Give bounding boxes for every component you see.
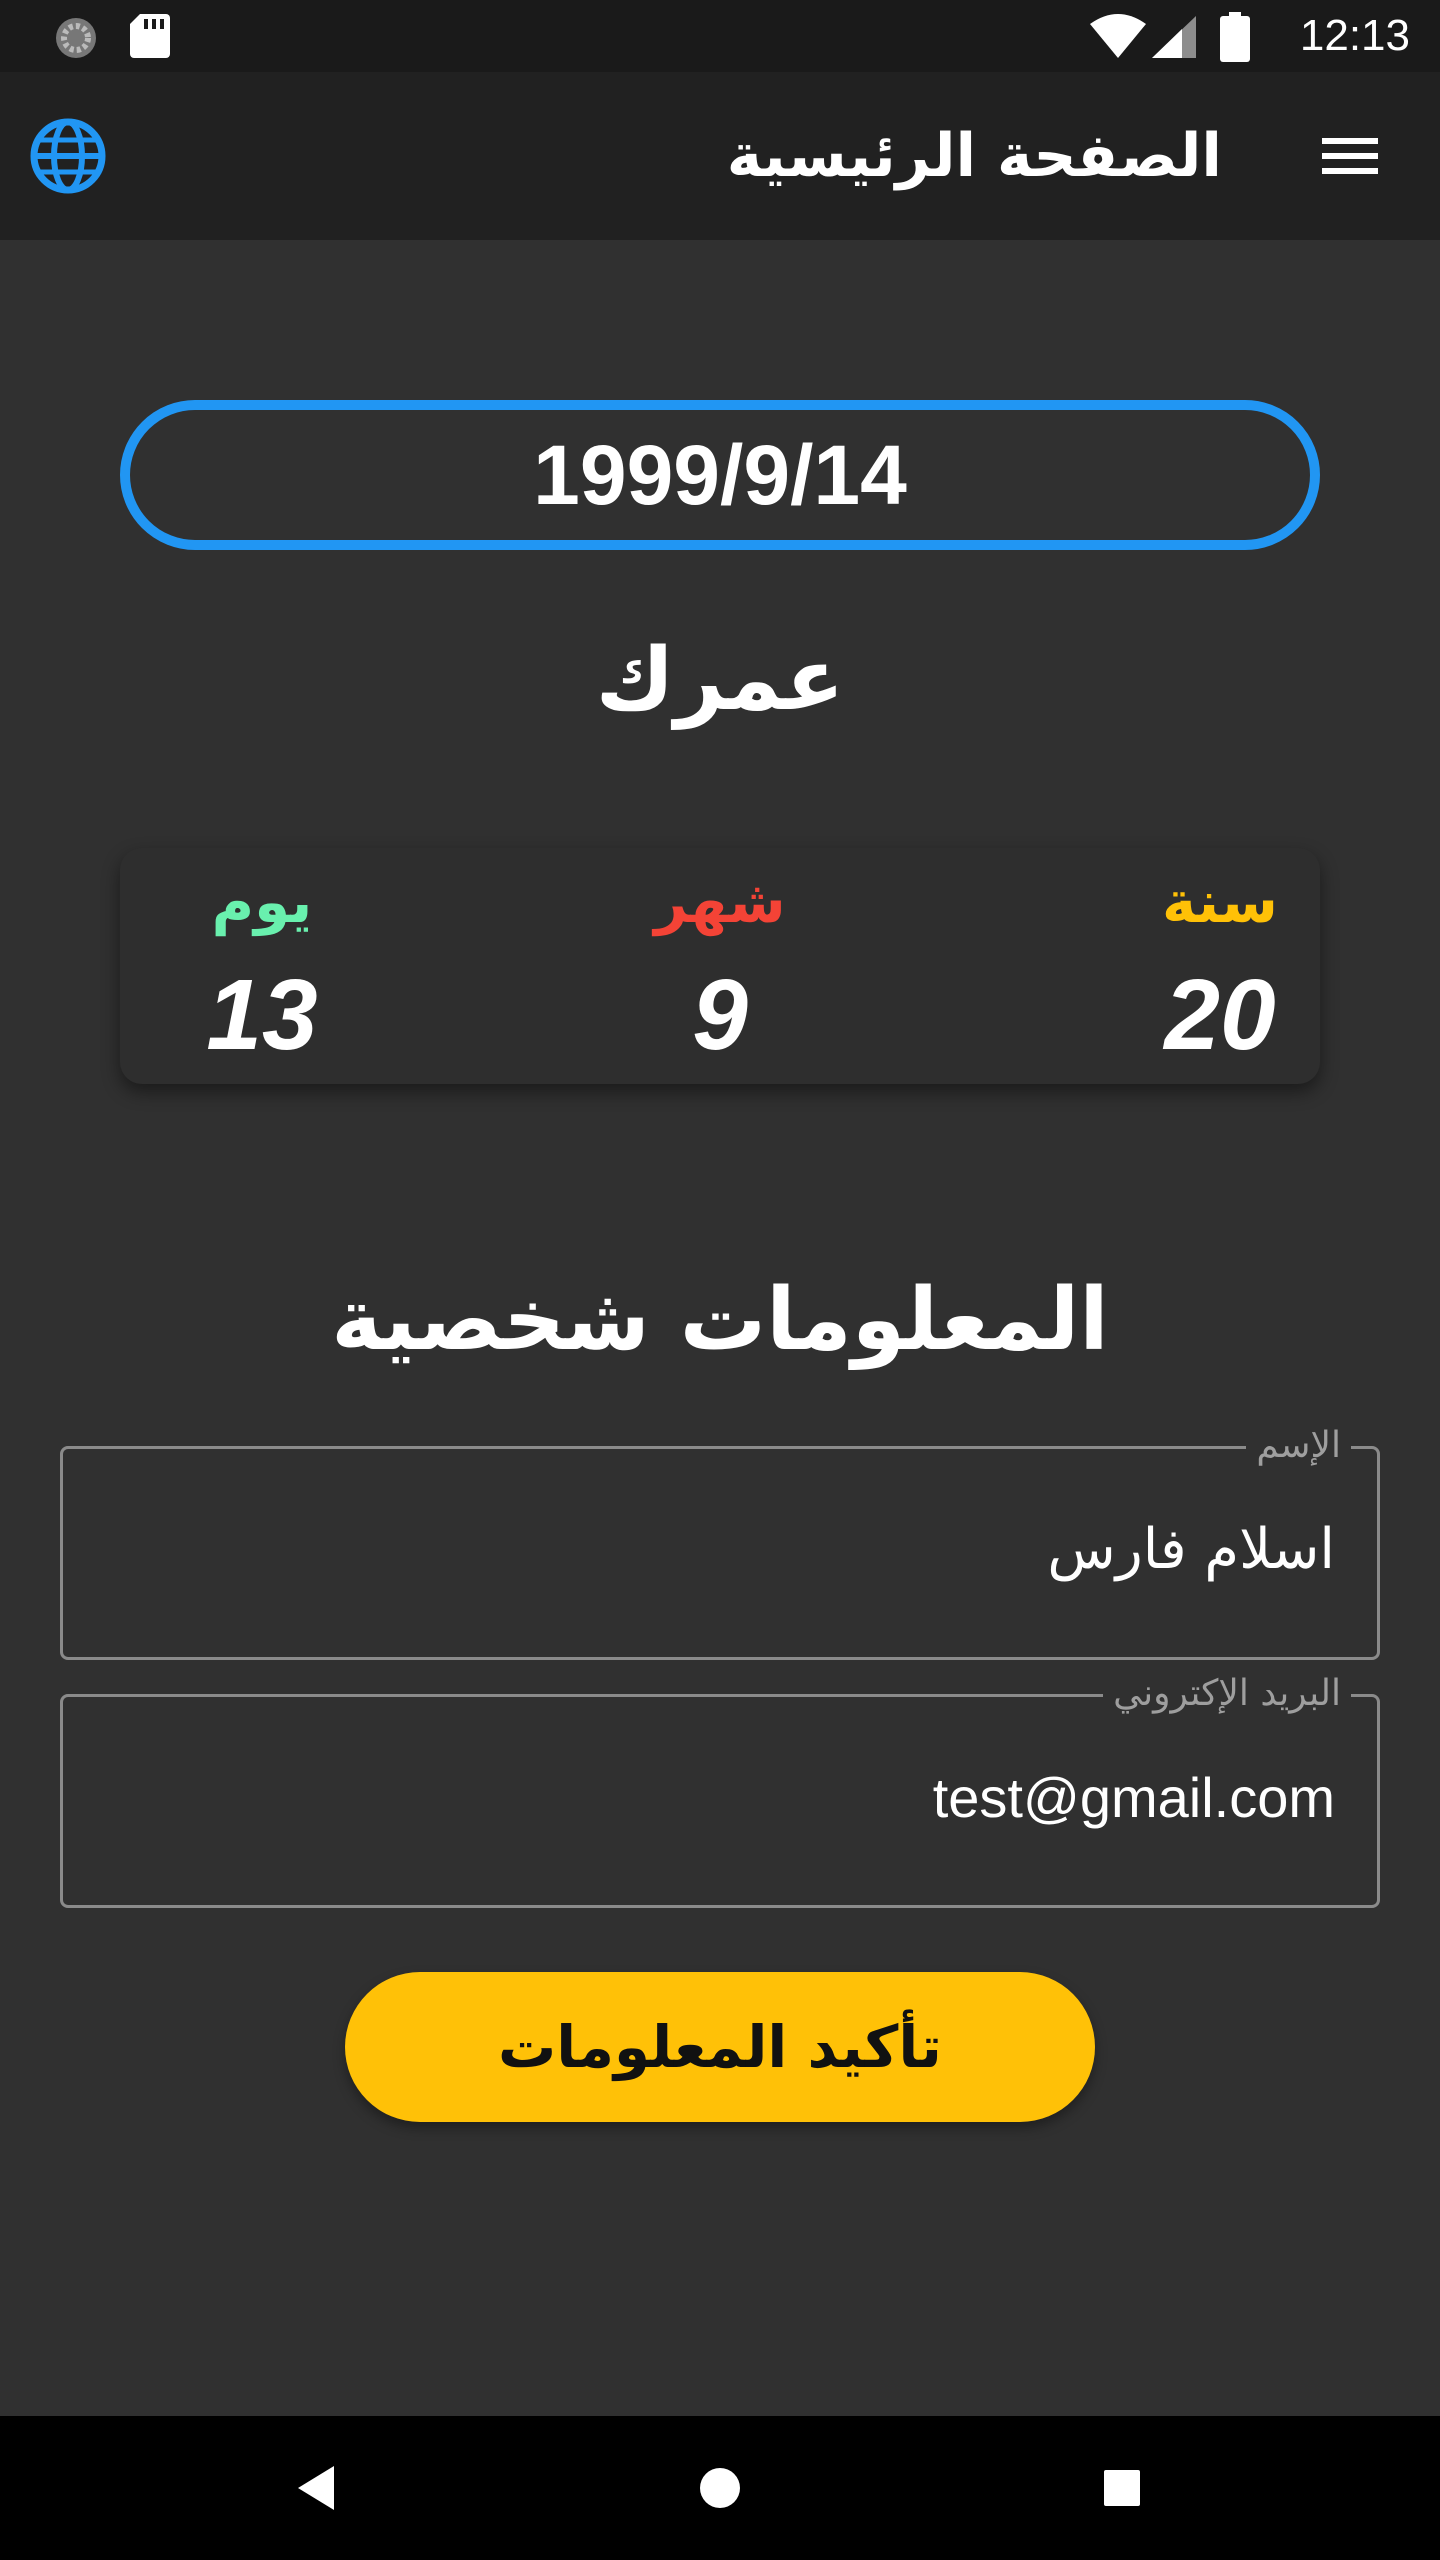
email-input[interactable] (93, 1757, 1335, 1837)
confirm-button[interactable]: تأكيد المعلومات (345, 1972, 1095, 2122)
months-value: 9 (692, 959, 748, 1071)
wifi-icon (1090, 14, 1146, 58)
personal-info-title: المعلومات شخصية (331, 1270, 1109, 1370)
days-label: يوم (211, 868, 313, 936)
menu-icon[interactable] (1316, 122, 1384, 190)
clock: 12:13 (1299, 11, 1410, 60)
sync-icon (56, 18, 96, 58)
name-field: الإسم (60, 1421, 1380, 1660)
age-card: سنة 20 شهر 9 يوم 13 (120, 848, 1320, 1084)
name-input[interactable] (93, 1509, 1335, 1589)
days-value: 13 (206, 959, 318, 1071)
navigation-bar (0, 2416, 1440, 2560)
battery-icon (1220, 12, 1250, 62)
home-icon[interactable] (684, 2452, 756, 2524)
signal-icon (1152, 16, 1196, 58)
status-bar: 12:13 (0, 0, 1440, 72)
months-label: شهر (654, 868, 786, 936)
name-field-label: الإسم (1246, 1421, 1351, 1471)
email-field: البريد الإكتروني (60, 1669, 1380, 1908)
recents-icon[interactable] (1086, 2452, 1158, 2524)
years-value: 20 (1164, 959, 1276, 1071)
back-icon[interactable] (280, 2452, 352, 2524)
age-title: عمرك (595, 630, 845, 730)
app-bar: الصفحة الرئيسية (0, 72, 1440, 240)
globe-icon[interactable] (28, 116, 108, 196)
years-label: سنة (1162, 868, 1278, 936)
sd-card-icon (130, 14, 170, 58)
birth-date-picker[interactable]: 1999/9/14 (120, 400, 1320, 550)
page-title: الصفحة الرئيسية (726, 121, 1222, 191)
email-field-label: البريد الإكتروني (1103, 1669, 1351, 1719)
